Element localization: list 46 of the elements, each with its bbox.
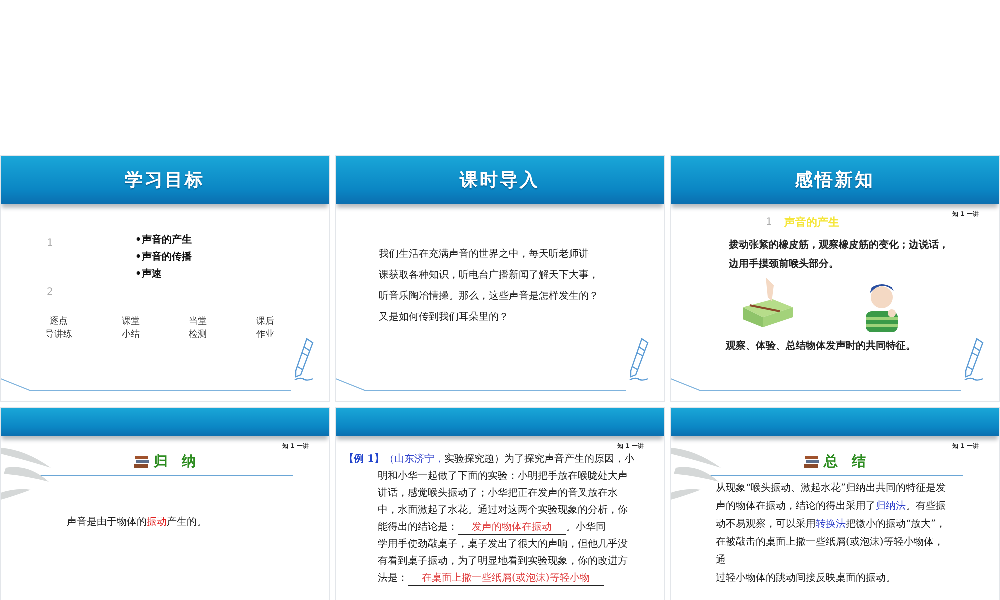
nav-link[interactable]: 课堂 小结 [122, 316, 140, 342]
paragraph-line: 【例 1】（山东济宁，实验探究题）为了探究声音产生的原因，小 [344, 452, 636, 467]
caption: 观察、体验、总结物体发声时的共同特征。 [724, 340, 917, 354]
nav-link[interactable]: 当堂 检测 [189, 316, 208, 342]
paragraph-line: 通 [716, 554, 727, 568]
paragraph-line: 听音乐陶冶情操。那么，这些声音是怎样发生的？ [379, 290, 600, 304]
nav-link[interactable]: 逐点 导讲练 [46, 316, 73, 342]
slide-thumbnail[interactable] [335, 407, 665, 600]
list-number: 2 [47, 287, 54, 298]
slide-title: 学习目标 [125, 169, 205, 192]
slide-thumbnail[interactable]: 学习目标 1 2 •声音的产生 •声音的传播 •声速 逐点 导讲练 课堂 小结 当堂 检测 课后 作业 [0, 155, 330, 402]
paragraph-line: 法是： 在桌面上撒一些纸屑(或泡沫)等轻小物 [344, 570, 664, 587]
paragraph-line: 有看到桌子振动，为了明显地看到实验现象，你的改进方 [377, 554, 629, 569]
paragraph-line: 从现象“喉头振动、激起水花”归纳出共同的特征是发 [716, 482, 948, 496]
paragraph-line: 明和小华一起做了下面的实验：小明把手放在喉咙处大声 [377, 470, 629, 484]
paragraph-line: 声的物体在振动，结论的得出采用了归纳法。有些振 [716, 500, 947, 514]
paragraph-line: 拨动张紧的橡皮筋，观察橡皮筋的变化；边说话， [729, 238, 950, 253]
slide-title: 感悟新知 [795, 169, 875, 192]
pen-icon [293, 337, 315, 383]
bullet-item: •声音的产生 [135, 233, 192, 248]
paragraph-line: 动不易观察，可以采用转换法把微小的振动“放大”， [716, 518, 948, 532]
paragraph-line: 在被敲击的桌面上撒一些纸屑(或泡沫)等轻小物体， [716, 536, 945, 550]
pen-icon [628, 337, 650, 383]
heading-text: 归 纳 [154, 453, 196, 471]
bullet-item: •声音的传播 [135, 250, 192, 265]
paragraph-line: 学用手使劲敲桌子，桌子发出了很大的声响，但他几乎没 [377, 538, 629, 552]
paragraph-line: 声音是由于物体的振动产生的。 [66, 516, 208, 530]
paragraph-line: 边用手摸颈前喉头部分。 [729, 258, 840, 272]
section-title: 声音的产生 [784, 215, 840, 230]
books-icon [134, 455, 150, 469]
paragraph-line: 又是如何传到我们耳朵里的？ [379, 310, 510, 325]
list-number: 1 [47, 238, 54, 249]
paragraph-line: 能得出的结论是： 发声的物体在振动 。小华同 [377, 520, 607, 536]
section-number: 1 [766, 217, 772, 228]
heading-text: 总 结 [824, 453, 866, 471]
paragraph-line: 过轻小物体的跳动间接反映桌面的振动。 [716, 572, 897, 586]
books-icon [804, 455, 820, 469]
paragraph-line: 讲话，感觉喉头振动了；小华把正在发声的音叉放在水 [377, 486, 619, 501]
paragraph-line: 中，水面激起了水花。通过对这两个实验现象的分析，你 [377, 504, 629, 518]
paragraph-line: 课获取各种知识，听电台广播新闻了解天下大事， [379, 268, 600, 283]
paragraph-line: 我们生活在充满声音的世界之中，每天听老师讲 [379, 248, 590, 262]
slide-thumbnail[interactable]: 课时导入 我们生活在充满声音的世界之中，每天听老师讲 课获取各种知识，听电台广播新闻了解天下大事， 听音乐陶冶情操。那么，这些声音是怎样发生的？ 又是如何传到我们耳朵里的？ [335, 155, 665, 402]
bullet-item: •声速 [135, 268, 163, 282]
nav-link[interactable]: 课后 作业 [256, 316, 274, 342]
slide-title: 课时导入 [460, 169, 540, 192]
pen-icon [963, 337, 985, 383]
